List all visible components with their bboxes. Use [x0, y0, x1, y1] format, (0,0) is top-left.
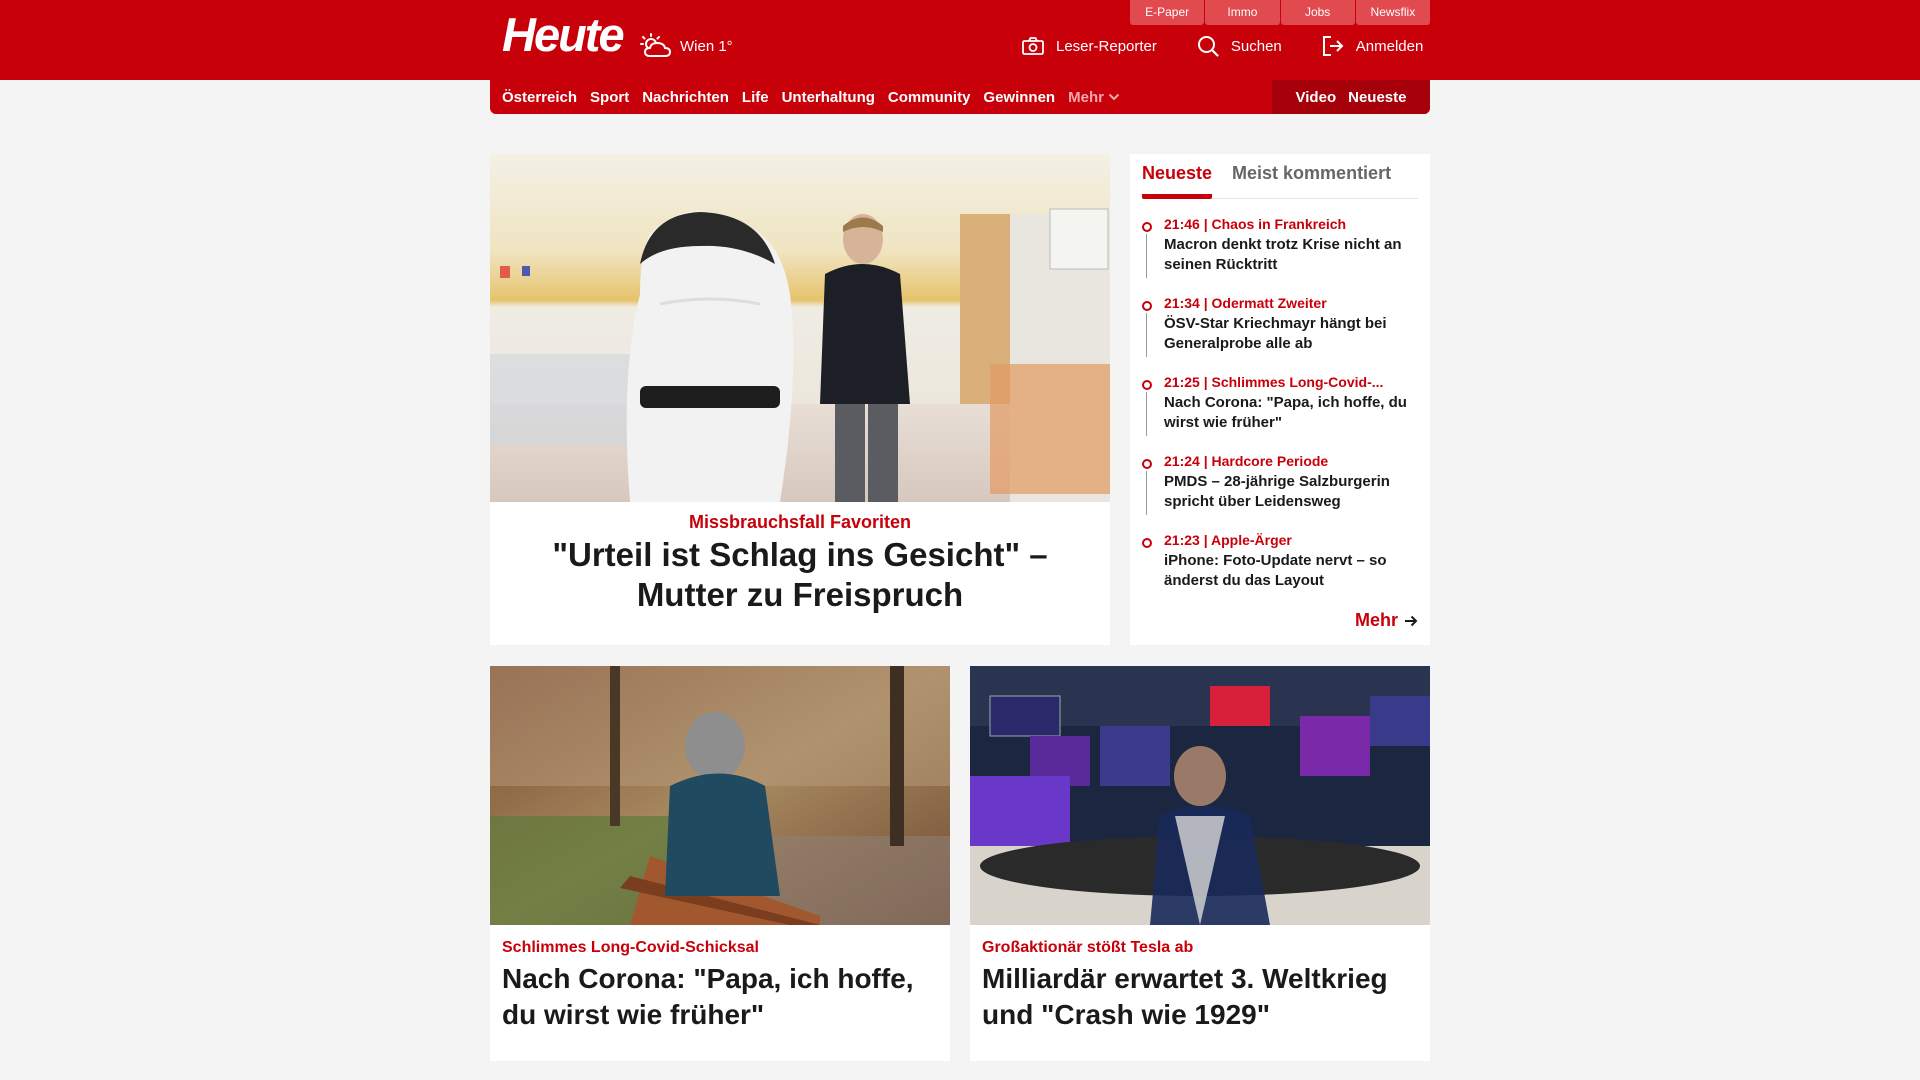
tab-meist-kommentiert[interactable]: Meist kommentiert	[1232, 154, 1391, 199]
news-meta: 21:24 | Hardcore Periode	[1164, 453, 1329, 469]
timeline-dot	[1142, 459, 1152, 469]
timeline-line	[1146, 313, 1147, 357]
main-navigation: Österreich Sport Nachrichten Life Unterh…	[490, 80, 1430, 114]
card-kicker[interactable]: Großaktionär stößt Tesla ab	[982, 939, 1418, 957]
timeline-line	[1146, 471, 1147, 515]
site-logo[interactable]: Heute	[502, 10, 625, 60]
service-link-immo[interactable]: Immo	[1205, 0, 1280, 25]
login-label: Anmelden	[1355, 37, 1424, 55]
arrow-right-icon	[1405, 615, 1418, 626]
nav-right-group: Video Neueste	[1272, 80, 1430, 114]
timeline-dot	[1142, 301, 1152, 311]
nav-item-life[interactable]: Life	[742, 89, 769, 106]
article-card-corona[interactable]: Schlimmes Long-Covid-Schicksal Nach Coro…	[490, 666, 950, 1061]
login-icon	[1322, 36, 1344, 56]
news-meta: 21:34 | Odermatt Zweiter	[1164, 295, 1327, 311]
service-links: E-Paper Immo Jobs Newsflix	[1130, 0, 1430, 25]
news-sidebar: Neueste Meist kommentiert 21:46 | Chaos …	[1130, 154, 1430, 645]
hero-photo-illustration	[490, 154, 1110, 502]
nav-item-nachrichten[interactable]: Nachrichten	[642, 89, 729, 106]
news-meta: 21:23 | Apple-Ärger	[1164, 532, 1292, 548]
news-title[interactable]: Nach Corona: "Papa, ich hoffe, du wirst …	[1164, 393, 1418, 433]
hero-article[interactable]: Missbrauchsfall Favoriten "Urteil ist Sc…	[490, 154, 1110, 645]
news-meta: 21:25 | Schlimmes Long-Covid-...	[1164, 374, 1384, 390]
list-item[interactable]: 21:34 | Odermatt Zweiter ÖSV-Star Kriech…	[1142, 295, 1418, 374]
nav-video-link[interactable]: Video	[1296, 89, 1337, 106]
service-link-jobs[interactable]: Jobs	[1280, 0, 1355, 25]
timeline-dot	[1142, 380, 1152, 390]
header-actions: Leser-Reporter Suchen Anmelden	[1022, 30, 1423, 62]
nav-item-community[interactable]: Community	[888, 89, 971, 106]
nav-item-sport[interactable]: Sport	[590, 89, 629, 106]
login-button[interactable]: Anmelden	[1322, 36, 1424, 56]
list-item[interactable]: 21:46 | Chaos in Frankreich Macron denkt…	[1142, 216, 1418, 295]
card-image-stock-exchange[interactable]	[970, 666, 1430, 925]
list-item[interactable]: 21:25 | Schlimmes Long-Covid-... Nach Co…	[1142, 374, 1418, 453]
card-kicker[interactable]: Schlimmes Long-Covid-Schicksal	[502, 939, 938, 957]
service-link-epaper[interactable]: E-Paper	[1130, 0, 1205, 25]
news-title[interactable]: Macron denkt trotz Krise nicht an seinen…	[1164, 235, 1418, 275]
timeline-line	[1146, 234, 1147, 278]
nav-neueste-link[interactable]: Neueste	[1348, 89, 1406, 106]
top-header: E-Paper Immo Jobs Newsflix Heute Wien 1°	[0, 0, 1920, 80]
hero-headline[interactable]: "Urteil ist Schlag ins Gesicht" – Mutter…	[490, 533, 1110, 615]
hero-kicker[interactable]: Missbrauchsfall Favoriten	[490, 512, 1110, 533]
sidebar-more-link[interactable]: Mehr	[1355, 610, 1418, 631]
news-meta: 21:46 | Chaos in Frankreich	[1164, 216, 1347, 232]
weather-widget[interactable]: Wien 1°	[640, 28, 733, 64]
card-headline[interactable]: Nach Corona: "Papa, ich hoffe, du wirst …	[502, 961, 938, 1033]
hero-image[interactable]	[490, 154, 1110, 502]
leser-reporter-label: Leser-Reporter	[1056, 37, 1157, 55]
card-image-park[interactable]	[490, 666, 950, 925]
chevron-down-icon	[1108, 93, 1120, 101]
nav-item-unterhaltung[interactable]: Unterhaltung	[782, 89, 875, 106]
search-icon	[1197, 36, 1219, 57]
service-link-newsflix[interactable]: Newsflix	[1355, 0, 1430, 25]
sidebar-more-label: Mehr	[1354, 610, 1398, 630]
timeline-dot	[1142, 538, 1152, 548]
park-photo-illustration	[490, 666, 950, 925]
list-item[interactable]: 21:23 | Apple-Ärger iPhone: Foto-Update …	[1142, 532, 1418, 611]
card-headline[interactable]: Milliardär erwartet 3. Weltkrieg und "Cr…	[982, 961, 1418, 1033]
news-title[interactable]: iPhone: Foto-Update nervt – so änderst d…	[1164, 551, 1418, 591]
search-button[interactable]: Suchen	[1197, 35, 1282, 57]
stock-exchange-photo-illustration	[970, 666, 1430, 925]
news-title[interactable]: ÖSV-Star Kriechmayr hängt bei Generalpro…	[1164, 314, 1418, 354]
camera-icon	[1022, 37, 1044, 55]
article-card-tesla[interactable]: Großaktionär stößt Tesla ab Milliardär e…	[970, 666, 1430, 1061]
sidebar-tabs: Neueste Meist kommentiert	[1142, 154, 1418, 199]
leser-reporter-button[interactable]: Leser-Reporter	[1022, 37, 1157, 55]
timeline-line	[1146, 392, 1147, 436]
nav-more-label: Mehr	[1068, 88, 1104, 106]
timeline-dot	[1142, 222, 1152, 232]
list-item[interactable]: 21:24 | Hardcore Periode PMDS – 28-jähri…	[1142, 453, 1418, 532]
partly-cloudy-icon	[640, 33, 672, 57]
tab-neueste[interactable]: Neueste	[1142, 154, 1213, 199]
search-label: Suchen	[1230, 37, 1282, 55]
nav-item-oesterreich[interactable]: Österreich	[502, 89, 577, 106]
news-list: 21:46 | Chaos in Frankreich Macron denkt…	[1142, 216, 1418, 611]
nav-item-gewinnen[interactable]: Gewinnen	[983, 89, 1055, 106]
nav-more-dropdown[interactable]: Mehr	[1068, 89, 1120, 106]
news-title[interactable]: PMDS – 28-jährige Salzburgerin spricht ü…	[1164, 472, 1418, 512]
weather-text: Wien 1°	[680, 37, 733, 55]
